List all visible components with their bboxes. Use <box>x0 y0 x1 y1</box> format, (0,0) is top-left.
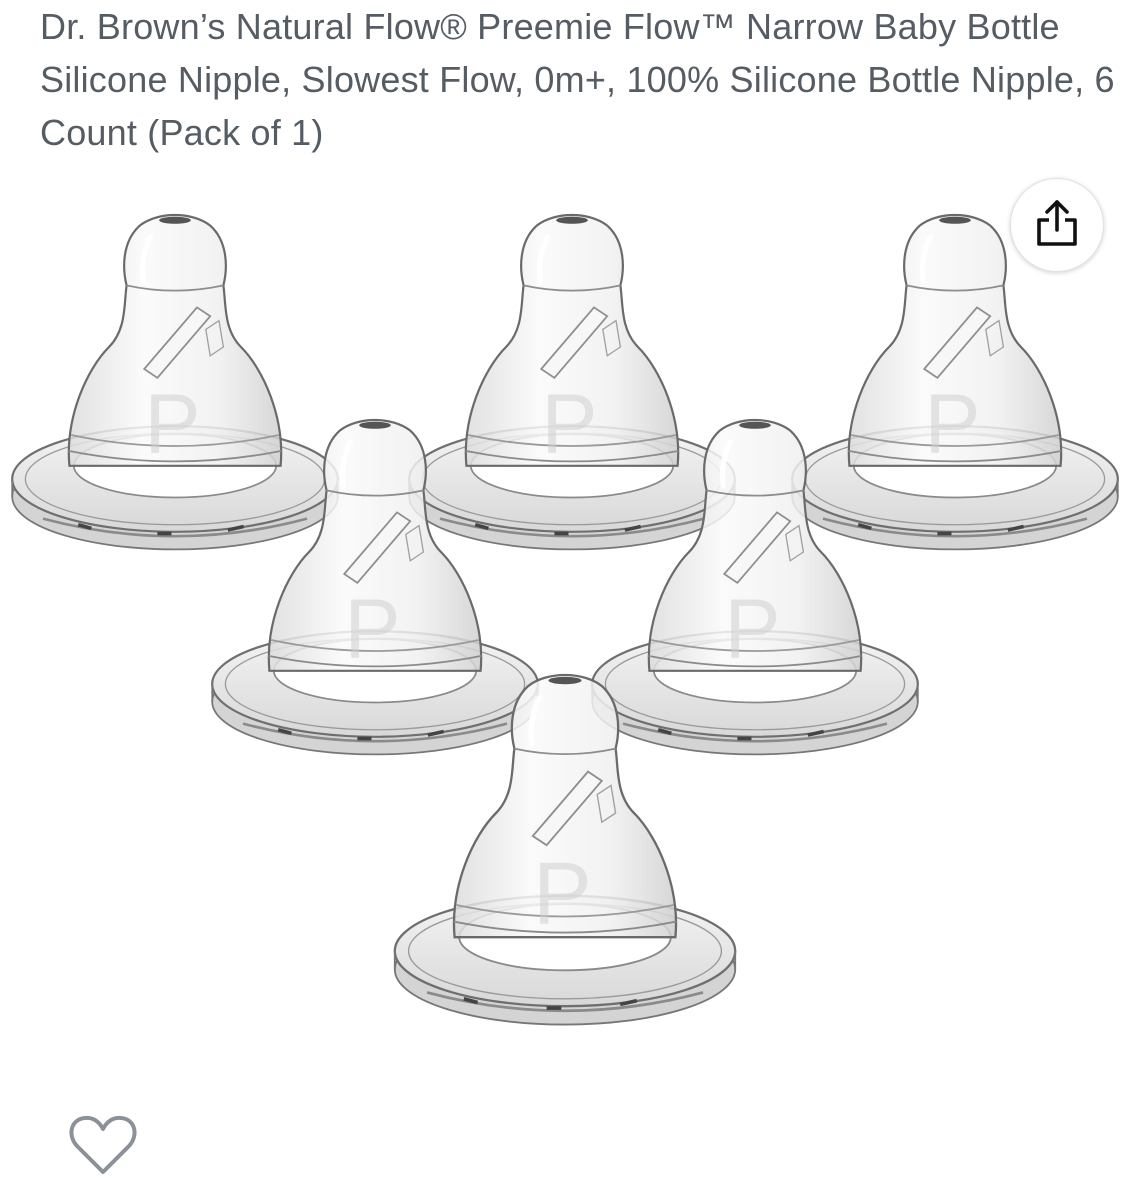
nipple-1 <box>12 215 338 549</box>
wishlist-button[interactable] <box>68 1112 138 1182</box>
heart-outline-icon <box>69 1114 137 1181</box>
nipple-2 <box>409 215 735 549</box>
nipple-3 <box>792 215 1118 549</box>
product-image[interactable]: P <box>0 195 1148 1145</box>
product-title: Dr. Brown’s Natural Flow® Preemie Flow™ … <box>40 6 1115 153</box>
